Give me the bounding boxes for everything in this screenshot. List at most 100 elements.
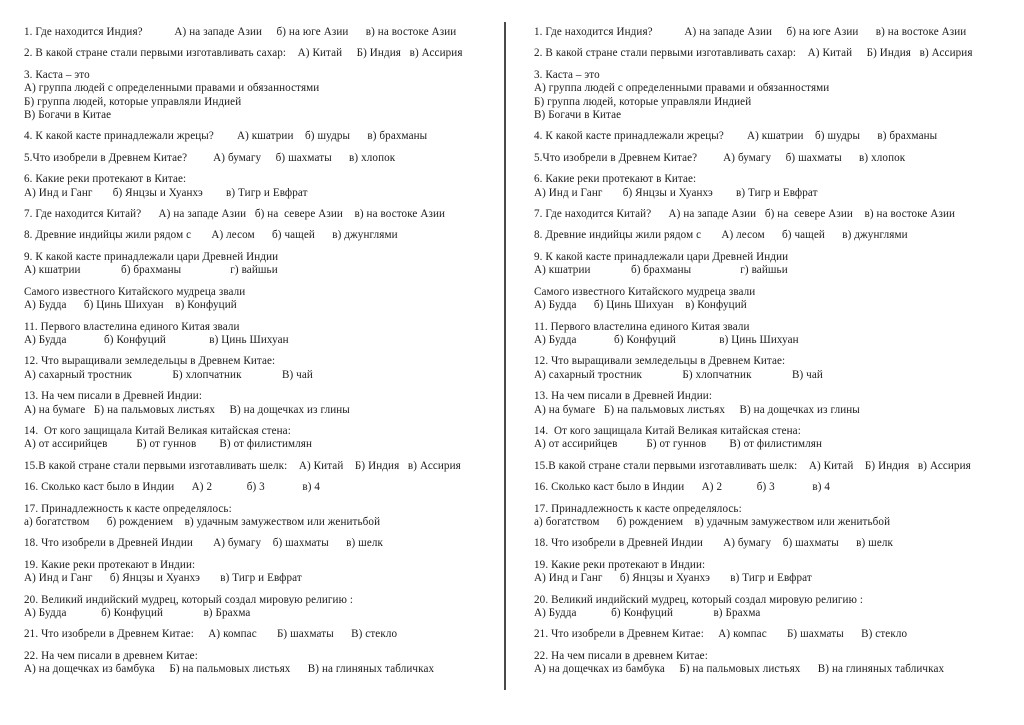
question-block: Самого известного Китайского мудреца зва… [534,286,1020,313]
question-block: 21. Что изобрели в Древнем Китае: А) ком… [534,628,1020,641]
question-block: 22. На чем писали в древнем Китае: А) на … [24,650,504,677]
question-block: 16. Сколько каст было в Индии А) 2 б) 3 … [24,481,504,494]
question-stem: 2. В какой стране стали первыми изготавл… [24,47,463,60]
worksheet-page: 1. Где находится Индия? А) на западе Ази… [0,0,1024,725]
question-block: 7. Где находится Китай? А) на западе Ази… [24,208,504,221]
question-stem: Самого известного Китайского мудреца зва… [24,285,246,298]
question-block: 19. Какие реки протекают в Индии: А) Инд … [534,559,1020,586]
question-block: 12. Что выращивали земледельцы в Древнем… [24,355,504,382]
question-option-line: а) богатством б) рождением в) удачным за… [24,515,381,528]
question-block: 4. К какой касте принадлежали жрецы? А) … [24,130,504,143]
question-option-line: А) Инд и Ганг б) Янцзы и Хуанхэ в) Тигр … [24,572,302,585]
question-block: 19. Какие реки протекают в Индии: А) Инд … [24,559,504,586]
question-stem: 20. Великий индийский мудрец, который со… [24,593,354,606]
question-block: 14. От кого защищала Китай Великая китай… [24,425,504,452]
question-stem: 1. Где находится Индия? А) на западе Ази… [534,26,967,38]
question-block: 2. В какой стране стали первыми изготавл… [534,47,1020,60]
question-stem: 7. Где находится Китай? А) на западе Ази… [24,208,446,221]
question-stem: 12. Что выращивали земледельцы в Древнем… [24,355,276,368]
question-option-line: А) Будда б) Конфуций в) Брахма [24,607,251,619]
question-option-line: А) Инд и Ганг б) Янцзы и Хуанхэ в) Тигр … [534,186,818,199]
question-block: 20. Великий индийский мудрец, который со… [24,594,504,621]
question-option-line: А) на дощечках из бамбука Б) на пальмовы… [534,663,945,676]
question-stem: 6. Какие реки протекают в Китае: [534,173,697,186]
question-block: 5.Что изобрели в Древнем Китае? А) бумаг… [534,152,1020,165]
question-option-line: В) Богачи в Китае [534,109,622,122]
question-stem: 14. От кого защищала Китай Великая китай… [24,424,291,437]
question-stem: 18. Что изобрели в Древней Индии А) бума… [24,537,384,550]
question-block: 2. В какой стране стали первыми изготавл… [24,47,504,60]
question-block: 18. Что изобрели в Древней Индии А) бума… [24,537,504,550]
question-option-line: А) на бумаге Б) на пальмовых листьях В) … [24,403,350,416]
question-block: 21. Что изобрели в Древнем Китае: А) ком… [24,628,504,641]
question-block: 13. На чем писали в Древней Индии: А) на … [534,390,1020,417]
question-option-line: А) от ассирийцев Б) от гуннов В) от фили… [24,438,313,451]
question-block: 15.В какой стране стали первыми изготавл… [534,460,1020,473]
question-stem: 22. На чем писали в древнем Китае: [24,649,198,662]
question-stem: 18. Что изобрели в Древней Индии А) бума… [534,537,894,550]
question-column-right: 1. Где находится Индия? А) на западе Ази… [512,0,1024,725]
question-stem: 17. Принадлежность к касте определялось: [534,502,742,515]
question-block: 12. Что выращивали земледельцы в Древнем… [534,355,1020,382]
question-option-line: А) сахарный тростник Б) хлопчатник В) ча… [24,368,313,381]
question-stem: 20. Великий индийский мудрец, который со… [534,593,864,606]
question-block: 17. Принадлежность к касте определялось:… [534,503,1020,530]
question-option-line: А) на дощечках из бамбука Б) на пальмовы… [24,663,435,676]
question-stem: 2. В какой стране стали первыми изготавл… [534,47,973,60]
question-block: 6. Какие реки протекают в Китае: А) Инд и… [534,173,1020,200]
question-stem: 9. К какой касте принадлежали цари Древн… [534,250,789,263]
question-block: 5.Что изобрели в Древнем Китае? А) бумаг… [24,152,504,165]
question-option-line: А) группа людей с определенными правами … [24,82,320,95]
question-column-left: 1. Где находится Индия? А) на западе Ази… [0,0,512,725]
question-stem: 16. Сколько каст было в Индии А) 2 б) 3 … [24,481,321,494]
question-stem: 16. Сколько каст было в Индии А) 2 б) 3 … [534,481,831,494]
question-stem: Самого известного Китайского мудреца зва… [534,285,756,298]
question-block: 20. Великий индийский мудрец, который со… [534,594,1020,621]
question-block: 9. К какой касте принадлежали цари Древн… [24,251,504,278]
question-block: 11. Первого властелина единого Китая зва… [24,321,504,348]
question-stem: 3. Каста – это [24,68,90,81]
question-stem: 19. Какие реки протекают в Индии: [24,558,196,571]
question-stem: 15.В какой стране стали первыми изготавл… [24,459,461,472]
question-block: 18. Что изобрели в Древней Индии А) бума… [534,537,1020,550]
question-option-line: А) группа людей с определенными правами … [534,82,830,95]
question-block: 8. Древние индийцы жили рядом с А) лесом… [534,229,1020,242]
question-block: 22. На чем писали в древнем Китае: А) на … [534,650,1020,677]
question-option-line: А) Будда б) Конфуций в) Брахма [534,607,761,619]
question-option-line: А) на бумаге Б) на пальмовых листьях В) … [534,403,860,416]
question-stem: 5.Что изобрели в Древнем Китае? А) бумаг… [534,151,906,164]
question-stem: 13. На чем писали в Древней Индии: [534,390,713,403]
question-block: 7. Где находится Китай? А) на западе Ази… [534,208,1020,221]
question-block: 1. Где находится Индия? А) на западе Ази… [534,26,1020,39]
question-stem: 3. Каста – это [534,68,600,81]
question-block: 8. Древние индийцы жили рядом с А) лесом… [24,229,504,242]
question-stem: 9. К какой касте принадлежали цари Древн… [24,250,279,263]
question-stem: 6. Какие реки протекают в Китае: [24,173,187,186]
question-stem: 8. Древние индийцы жили рядом с А) лесом… [534,229,908,242]
question-option-line: А) Будда б) Цинь Шихуан в) Конфуций [534,299,747,312]
question-stem: 11. Первого властелина единого Китая зва… [24,320,240,333]
question-stem: 13. На чем писали в Древней Индии: [24,390,203,403]
question-stem: 15.В какой стране стали первыми изготавл… [534,459,971,472]
question-stem: 5.Что изобрели в Древнем Китае? А) бумаг… [24,151,396,164]
question-option-line: Б) группа людей, которые управляли Индие… [534,95,752,108]
question-block: 14. От кого защищала Китай Великая китай… [534,425,1020,452]
question-block: 13. На чем писали в Древней Индии: А) на … [24,390,504,417]
question-stem: 21. Что изобрели в Древнем Китае: А) ком… [534,628,908,641]
question-block: 1. Где находится Индия? А) на западе Ази… [24,26,504,39]
question-option-line: А) Инд и Ганг б) Янцзы и Хуанхэ в) Тигр … [24,186,308,199]
question-block: 3. Каста – это А) группа людей с определе… [24,69,504,123]
question-block: 17. Принадлежность к касте определялось:… [24,503,504,530]
question-option-line: а) богатством б) рождением в) удачным за… [534,515,891,528]
question-stem: 4. К какой касте принадлежали жрецы? А) … [24,130,428,143]
question-stem: 8. Древние индийцы жили рядом с А) лесом… [24,229,398,242]
question-option-line: Б) группа людей, которые управляли Индие… [24,95,242,108]
question-option-line: А) кшатрии б) брахманы г) вайшьи [24,264,278,277]
question-block: 6. Какие реки протекают в Китае: А) Инд и… [24,173,504,200]
question-stem: 17. Принадлежность к касте определялось: [24,502,232,515]
question-option-line: А) Инд и Ганг б) Янцзы и Хуанхэ в) Тигр … [534,572,812,585]
columns-container: 1. Где находится Индия? А) на западе Ази… [0,0,1024,725]
question-stem: 7. Где находится Китай? А) на западе Ази… [534,208,956,221]
question-option-line: А) сахарный тростник Б) хлопчатник В) ча… [534,368,823,381]
question-option-line: В) Богачи в Китае [24,109,112,122]
